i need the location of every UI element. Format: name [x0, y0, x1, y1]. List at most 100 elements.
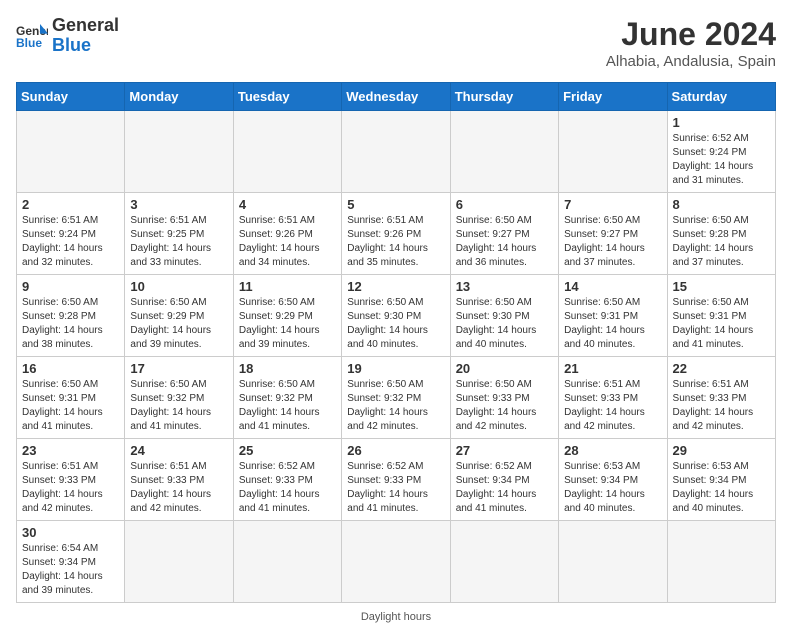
calendar-cell: 11Sunrise: 6:50 AM Sunset: 9:29 PM Dayli…: [233, 275, 341, 357]
day-number: 4: [239, 197, 336, 212]
calendar-cell: 22Sunrise: 6:51 AM Sunset: 9:33 PM Dayli…: [667, 357, 775, 439]
day-number: 15: [673, 279, 770, 294]
calendar-cell: 7Sunrise: 6:50 AM Sunset: 9:27 PM Daylig…: [559, 193, 667, 275]
calendar-cell: 27 Sunrise: 6:52 AM Sunset: 9:34 PM Dayli…: [450, 439, 558, 521]
day-number: 9: [22, 279, 119, 294]
calendar-week-1: 2 Sunrise: 6:51 AM Sunset: 9:24 PM Daylig…: [17, 193, 776, 275]
day-number: 6: [456, 197, 553, 212]
day-number: 11: [239, 279, 336, 294]
weekday-header-tuesday: Tuesday: [233, 83, 341, 111]
svg-text:Blue: Blue: [16, 36, 42, 50]
calendar-cell: [17, 111, 125, 193]
day-info: Sunrise: 6:51 AM Sunset: 9:33 PM Dayligh…: [564, 378, 661, 434]
logo-general-text: General: [52, 16, 119, 36]
calendar-cell: 16 Sunrise: 6:50 AM Sunset: 9:31 PM Dayli…: [17, 357, 125, 439]
calendar-header: SundayMondayTuesdayWednesdayThursdayFrid…: [17, 83, 776, 111]
daylight-label: Daylight hours: [361, 611, 431, 623]
day-number: 16: [22, 361, 119, 376]
day-number: 25: [239, 443, 336, 458]
day-number: 29: [673, 443, 770, 458]
day-number: 27: [456, 443, 553, 458]
day-info: Sunrise: 6:52 AM Sunset: 9:24 PM Dayligh…: [673, 132, 770, 188]
day-number: 12: [347, 279, 444, 294]
footer-note: Daylight hours: [16, 611, 776, 623]
day-info: Sunrise: 6:51 AM Sunset: 9:26 PM Dayligh…: [239, 214, 336, 270]
day-info: Sunrise: 6:52 AM Sunset: 9:33 PM Dayligh…: [239, 460, 336, 516]
day-info: Sunrise: 6:50 AM Sunset: 9:32 PM Dayligh…: [130, 378, 227, 434]
day-info: Sunrise: 6:51 AM Sunset: 9:33 PM Dayligh…: [22, 460, 119, 516]
calendar-cell: [559, 521, 667, 603]
day-info: Sunrise: 6:50 AM Sunset: 9:30 PM Dayligh…: [347, 296, 444, 352]
day-info: Sunrise: 6:50 AM Sunset: 9:32 PM Dayligh…: [347, 378, 444, 434]
calendar-cell: [125, 111, 233, 193]
day-number: 1: [673, 115, 770, 130]
day-info: Sunrise: 6:52 AM Sunset: 9:33 PM Dayligh…: [347, 460, 444, 516]
day-info: Sunrise: 6:50 AM Sunset: 9:30 PM Dayligh…: [456, 296, 553, 352]
weekday-header-monday: Monday: [125, 83, 233, 111]
day-info: Sunrise: 6:50 AM Sunset: 9:29 PM Dayligh…: [130, 296, 227, 352]
day-number: 21: [564, 361, 661, 376]
calendar-table: SundayMondayTuesdayWednesdayThursdayFrid…: [16, 82, 776, 603]
calendar-cell: 3 Sunrise: 6:51 AM Sunset: 9:25 PM Daylig…: [125, 193, 233, 275]
calendar-cell: 18Sunrise: 6:50 AM Sunset: 9:32 PM Dayli…: [233, 357, 341, 439]
title-block: June 2024 Alhabia, Andalusia, Spain: [606, 16, 776, 70]
calendar-cell: 30Sunrise: 6:54 AM Sunset: 9:34 PM Dayli…: [17, 521, 125, 603]
day-info: Sunrise: 6:51 AM Sunset: 9:24 PM Dayligh…: [22, 214, 119, 270]
calendar-week-4: 23 Sunrise: 6:51 AM Sunset: 9:33 PM Dayli…: [17, 439, 776, 521]
calendar-week-5: 30Sunrise: 6:54 AM Sunset: 9:34 PM Dayli…: [17, 521, 776, 603]
calendar-cell: 23 Sunrise: 6:51 AM Sunset: 9:33 PM Dayli…: [17, 439, 125, 521]
calendar-cell: 25 Sunrise: 6:52 AM Sunset: 9:33 PM Dayli…: [233, 439, 341, 521]
location-subtitle: Alhabia, Andalusia, Spain: [606, 53, 776, 70]
calendar-cell: 29Sunrise: 6:53 AM Sunset: 9:34 PM Dayli…: [667, 439, 775, 521]
day-number: 18: [239, 361, 336, 376]
logo: General Blue General Blue: [16, 16, 119, 56]
calendar-cell: 14Sunrise: 6:50 AM Sunset: 9:31 PM Dayli…: [559, 275, 667, 357]
page-header: General Blue General Blue June 2024 Alha…: [16, 16, 776, 70]
day-number: 22: [673, 361, 770, 376]
calendar-body: 1 Sunrise: 6:52 AM Sunset: 9:24 PM Daylig…: [17, 111, 776, 603]
calendar-cell: [233, 111, 341, 193]
calendar-cell: 1 Sunrise: 6:52 AM Sunset: 9:24 PM Daylig…: [667, 111, 775, 193]
day-info: Sunrise: 6:50 AM Sunset: 9:31 PM Dayligh…: [673, 296, 770, 352]
weekday-row: SundayMondayTuesdayWednesdayThursdayFrid…: [17, 83, 776, 111]
day-number: 5: [347, 197, 444, 212]
day-number: 23: [22, 443, 119, 458]
day-number: 8: [673, 197, 770, 212]
day-number: 2: [22, 197, 119, 212]
calendar-cell: 5Sunrise: 6:51 AM Sunset: 9:26 PM Daylig…: [342, 193, 450, 275]
calendar-cell: 28 Sunrise: 6:53 AM Sunset: 9:34 PM Dayli…: [559, 439, 667, 521]
calendar-cell: [342, 111, 450, 193]
day-info: Sunrise: 6:52 AM Sunset: 9:34 PM Dayligh…: [456, 460, 553, 516]
weekday-header-friday: Friday: [559, 83, 667, 111]
day-info: Sunrise: 6:54 AM Sunset: 9:34 PM Dayligh…: [22, 542, 119, 598]
day-info: Sunrise: 6:51 AM Sunset: 9:33 PM Dayligh…: [130, 460, 227, 516]
calendar-cell: 17Sunrise: 6:50 AM Sunset: 9:32 PM Dayli…: [125, 357, 233, 439]
day-info: Sunrise: 6:53 AM Sunset: 9:34 PM Dayligh…: [564, 460, 661, 516]
weekday-header-wednesday: Wednesday: [342, 83, 450, 111]
day-info: Sunrise: 6:50 AM Sunset: 9:31 PM Dayligh…: [22, 378, 119, 434]
calendar-cell: 10Sunrise: 6:50 AM Sunset: 9:29 PM Dayli…: [125, 275, 233, 357]
calendar-cell: 9 Sunrise: 6:50 AM Sunset: 9:28 PM Daylig…: [17, 275, 125, 357]
calendar-week-2: 9 Sunrise: 6:50 AM Sunset: 9:28 PM Daylig…: [17, 275, 776, 357]
day-number: 7: [564, 197, 661, 212]
calendar-cell: 24 Sunrise: 6:51 AM Sunset: 9:33 PM Dayli…: [125, 439, 233, 521]
day-number: 26: [347, 443, 444, 458]
calendar-cell: 8Sunrise: 6:50 AM Sunset: 9:28 PM Daylig…: [667, 193, 775, 275]
calendar-cell: 15 Sunrise: 6:50 AM Sunset: 9:31 PM Dayli…: [667, 275, 775, 357]
day-info: Sunrise: 6:51 AM Sunset: 9:25 PM Dayligh…: [130, 214, 227, 270]
day-number: 24: [130, 443, 227, 458]
day-number: 28: [564, 443, 661, 458]
day-number: 3: [130, 197, 227, 212]
calendar-cell: 19 Sunrise: 6:50 AM Sunset: 9:32 PM Dayli…: [342, 357, 450, 439]
day-number: 13: [456, 279, 553, 294]
calendar-week-3: 16 Sunrise: 6:50 AM Sunset: 9:31 PM Dayli…: [17, 357, 776, 439]
calendar-cell: [342, 521, 450, 603]
day-number: 19: [347, 361, 444, 376]
calendar-cell: [450, 521, 558, 603]
weekday-header-sunday: Sunday: [17, 83, 125, 111]
day-info: Sunrise: 6:50 AM Sunset: 9:28 PM Dayligh…: [22, 296, 119, 352]
day-number: 20: [456, 361, 553, 376]
calendar-cell: 12 Sunrise: 6:50 AM Sunset: 9:30 PM Dayli…: [342, 275, 450, 357]
calendar-cell: [667, 521, 775, 603]
calendar-week-0: 1 Sunrise: 6:52 AM Sunset: 9:24 PM Daylig…: [17, 111, 776, 193]
